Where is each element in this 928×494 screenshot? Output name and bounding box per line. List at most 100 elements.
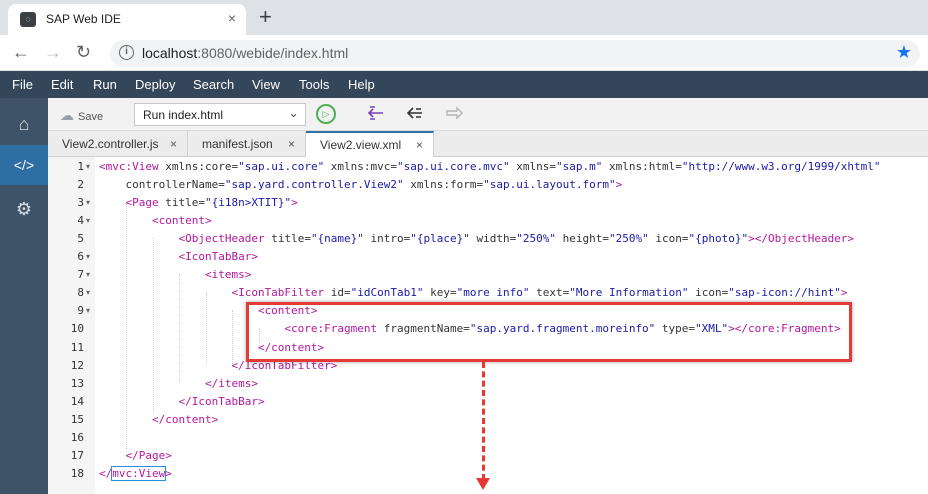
ide-sidebar: ⌂ </> ⚙ [0, 98, 48, 494]
cloud-save-icon: ☁ [60, 107, 74, 123]
code-token: </content> [99, 412, 219, 426]
code-line[interactable]: <IconTabFilter id="idConTab1" key="more … [99, 284, 847, 302]
back-arrow-icon[interactable]: ← [12, 41, 30, 63]
save-button[interactable]: ☁ Save [60, 107, 103, 124]
code-token: "{place}" [410, 232, 470, 246]
close-tab-icon[interactable]: × [228, 10, 236, 26]
code-token: > [840, 286, 848, 300]
menu-search[interactable]: Search [193, 77, 234, 92]
step-into-icon[interactable] [366, 104, 386, 128]
code-token: xmlns:html= [602, 160, 682, 173]
chevron-down-icon: ⌄ [288, 105, 299, 120]
line-number: 10 [70, 322, 84, 336]
code-token: icon= [688, 286, 729, 300]
code-token: xmlns:core= [158, 160, 239, 173]
code-token: <mvc:View [99, 160, 159, 173]
code-line[interactable]: <Page title="{i18n>XTIT}"> [99, 194, 298, 212]
code-line[interactable]: </items> [99, 375, 258, 393]
line-number: 3 [77, 196, 84, 210]
code-token: </Page> [99, 448, 172, 462]
line-number: 11 [70, 340, 84, 354]
line-number: 16 [70, 430, 84, 444]
code-token: > [291, 196, 298, 210]
reload-icon[interactable]: ↻ [76, 41, 91, 63]
run-play-icon[interactable]: ▷ [316, 104, 336, 124]
line-number: 2 [77, 178, 84, 192]
tab-view2-view-xml[interactable]: View2.view.xml × [306, 131, 434, 158]
close-icon[interactable]: × [288, 131, 295, 157]
code-line[interactable]: <content> [99, 212, 212, 230]
code-token: width= [469, 232, 517, 246]
code-token: "{photo}" [688, 232, 749, 246]
code-token: controllerName= [99, 178, 225, 192]
line-number-gutter: 1 ▾ 2 3 ▾ 4 ▾ 5 6 ▾ 7 ▾ 8 ▾ 9 ▾ 10 11 12 13 14 15 16 17 18 [48, 157, 95, 494]
forward-arrow-icon[interactable]: → [44, 41, 62, 63]
fold-toggle-icon[interactable]: ▾ [86, 216, 90, 225]
menu-tools[interactable]: Tools [299, 77, 329, 92]
site-info-icon[interactable]: i [119, 45, 134, 60]
menu-deploy[interactable]: Deploy [135, 77, 175, 92]
code-token: "sap.ui.core.mvc" [397, 160, 510, 173]
code-line[interactable]: <ObjectHeader title="{name}" intro="{pla… [99, 230, 854, 248]
tab-label: View2.controller.js [62, 137, 159, 151]
code-token: id= [324, 286, 351, 300]
browser-tab[interactable]: ◌ SAP Web IDE × [8, 4, 246, 35]
code-token: <ObjectHeader [99, 232, 265, 246]
code-token: <IconTabFilter [99, 286, 325, 300]
browser-toolbar: ← → ↻ i localhost:8080/webide/index.html… [0, 35, 928, 71]
fold-toggle-icon[interactable]: ▾ [86, 162, 90, 171]
code-line[interactable]: <mvc:View xmlns:core="sap.ui.core" xmlns… [99, 158, 881, 176]
menu-run[interactable]: Run [93, 77, 117, 92]
fold-toggle-icon[interactable]: ▾ [86, 270, 90, 279]
menu-view[interactable]: View [252, 77, 280, 92]
run-configuration-select[interactable]: Run index.html ⌄ [134, 103, 306, 126]
code-line[interactable]: </IconTabBar> [99, 393, 265, 411]
menu-help[interactable]: Help [348, 77, 375, 92]
line-number: 1 [77, 160, 84, 173]
code-token: <Page [99, 196, 159, 210]
url-host: localhost [142, 45, 198, 61]
code-line[interactable]: <items> [99, 266, 251, 284]
code-token: title= [264, 232, 311, 246]
forward-step-icon[interactable] [444, 104, 464, 128]
back-step-icon[interactable] [405, 104, 425, 128]
code-token: "250%" [608, 232, 649, 246]
code-token: xmlns:mvc= [324, 160, 398, 173]
code-token: "sap.ui.layout.form" [483, 178, 616, 192]
code-token: xmlns= [509, 160, 556, 173]
back-step-svg [406, 107, 422, 119]
fold-toggle-icon[interactable]: ▾ [86, 252, 90, 261]
code-token: mvc:View [111, 465, 167, 481]
code-line[interactable]: <IconTabBar> [99, 248, 257, 266]
close-icon[interactable]: × [170, 131, 177, 157]
step-into-svg [367, 106, 383, 120]
code-token: </IconTabBar> [99, 394, 265, 408]
address-bar[interactable]: i localhost:8080/webide/index.html ★ [110, 40, 920, 67]
code-token: title= [158, 196, 205, 210]
tab-view2-controller[interactable]: View2.controller.js × [48, 131, 188, 157]
code-line[interactable]: </mvc:View> [99, 465, 172, 483]
menu-file[interactable]: File [12, 77, 33, 92]
code-line[interactable]: </Page> [99, 447, 172, 465]
fold-toggle-icon[interactable]: ▾ [86, 306, 90, 315]
tab-manifest-json[interactable]: manifest.json × [188, 131, 306, 157]
code-line[interactable]: controllerName="sap.yard.controller.View… [99, 176, 622, 194]
bookmark-star-icon[interactable]: ★ [896, 42, 912, 63]
menu-edit[interactable]: Edit [51, 77, 73, 92]
fold-toggle-icon[interactable]: ▾ [86, 288, 90, 297]
run-select-value: Run index.html [143, 108, 224, 122]
editor-tab-bar: View2.controller.js × manifest.json × Vi… [48, 131, 928, 158]
new-tab-button[interactable]: + [259, 4, 272, 30]
code-token: "sap-icon://hint" [728, 286, 841, 300]
home-icon[interactable]: ⌂ [0, 104, 48, 144]
fold-toggle-icon[interactable]: ▾ [86, 198, 90, 207]
tab-label: manifest.json [202, 137, 273, 151]
line-number: 5 [77, 232, 84, 246]
settings-gear-icon[interactable]: ⚙ [0, 189, 48, 229]
fragment-highlight-box [246, 302, 852, 362]
code-token: </items> [99, 376, 258, 390]
close-icon[interactable]: × [416, 133, 423, 157]
development-code-icon[interactable]: </> [0, 145, 48, 185]
code-line[interactable]: </content> [99, 411, 218, 429]
url-text[interactable]: localhost:8080/webide/index.html [142, 45, 348, 61]
